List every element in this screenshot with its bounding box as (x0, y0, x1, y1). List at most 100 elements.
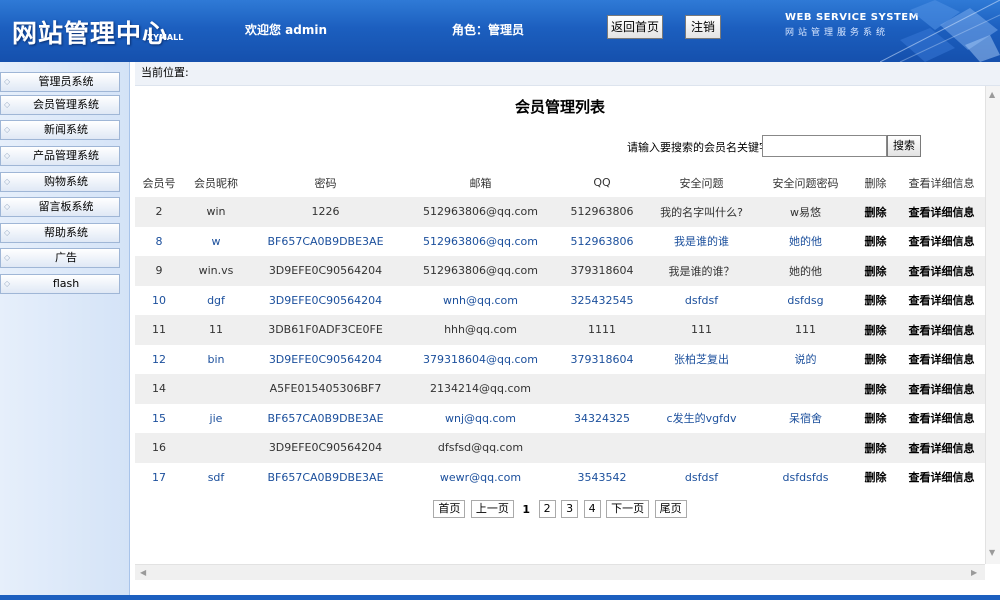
column-header-delete: 删除 (853, 168, 898, 197)
view-details-link[interactable]: 查看详细信息 (898, 345, 985, 375)
view-details-link[interactable]: 查看详细信息 (898, 256, 985, 286)
sidebar-item-member-system[interactable]: ◇ 会员管理系统 (0, 95, 120, 115)
delete-link[interactable]: 删除 (853, 256, 898, 286)
cell-security-question: 张柏芝复出 (674, 353, 729, 367)
cell-security-question: dsfdsf (684, 293, 719, 307)
cell-password: 3DB61F0ADF3CE0FE (249, 315, 402, 345)
column-header-member-id: 会员号 (135, 168, 183, 197)
sidebar-item-label: 管理员系统 (38, 75, 94, 88)
cell-email: wewr@qq.com (439, 470, 522, 484)
search-button[interactable]: 搜索 (887, 135, 921, 157)
cell-security-answer: 说的 (794, 353, 817, 367)
cell-qq (559, 433, 645, 463)
site-logo-sub: XYMALL (147, 33, 184, 42)
column-header-email: 邮箱 (402, 168, 559, 197)
bullet-icon: ◇ (4, 125, 11, 134)
cell-nickname: jie (209, 411, 223, 425)
sidebar-item-product-system[interactable]: ◇ 产品管理系统 (0, 146, 120, 166)
search-input[interactable] (762, 135, 887, 157)
sidebar-item-flash[interactable]: ◇ flash (0, 274, 120, 294)
table-row: 2 win 1226 512963806@qq.com 512963806 我的… (135, 197, 985, 227)
table-row: 8 w BF657CA0B9DBE3AE 512963806@qq.com 51… (135, 227, 985, 257)
scroll-right-icon[interactable]: ▶ (971, 568, 977, 578)
pager-page-4[interactable]: 4 (583, 500, 601, 518)
sidebar-item-news-system[interactable]: ◇ 新闻系统 (0, 120, 120, 140)
delete-link[interactable]: 删除 (853, 227, 898, 257)
header: 网站管理中心 XYMALL 欢迎您 admin 角色：管理员 返回首页 注销 W… (0, 0, 1000, 62)
cell-nickname: 11 (183, 315, 249, 345)
cell-nickname (183, 374, 249, 404)
delete-link[interactable]: 删除 (853, 463, 898, 493)
cell-email: dfsfsd@qq.com (402, 433, 559, 463)
sidebar-item-label: 购物系统 (44, 175, 88, 188)
cell-password: BF657CA0B9DBE3AE (267, 411, 384, 425)
column-header-password: 密码 (249, 168, 402, 197)
bullet-icon: ◇ (4, 202, 11, 211)
search-label: 请输入要搜索的会员名关键字 (627, 141, 770, 154)
page-title: 会员管理列表 (514, 98, 605, 116)
cell-security-answer: w易悠 (758, 197, 853, 227)
cell-qq: 1111 (559, 315, 645, 345)
delete-link[interactable]: 删除 (853, 374, 898, 404)
table-header-row: 会员号 会员昵称 密码 邮箱 QQ 安全问题 安全问题密码 删除 查看详细信息 (135, 168, 985, 197)
table-row: 9 win.vs 3D9EFE0C90564204 512963806@qq.c… (135, 256, 985, 286)
cell-security-answer: 111 (758, 315, 853, 345)
cell-nickname: win (183, 197, 249, 227)
view-details-link[interactable]: 查看详细信息 (898, 404, 985, 434)
cell-member-id: 16 (135, 433, 183, 463)
pager-prev[interactable]: 上一页 (470, 500, 514, 518)
sidebar-item-label: 广告 (55, 251, 77, 264)
table-row: 17 sdf BF657CA0B9DBE3AE wewr@qq.com 3543… (135, 463, 985, 493)
sidebar-item-ads[interactable]: ◇ 广告 (0, 248, 120, 268)
home-button[interactable]: 返回首页 (607, 15, 663, 39)
logout-button[interactable]: 注销 (685, 15, 721, 39)
cell-member-id: 15 (152, 411, 166, 425)
bullet-icon: ◇ (4, 177, 11, 186)
sidebar-item-guestbook-system[interactable]: ◇ 留言板系统 (0, 197, 120, 217)
sidebar-item-label: 产品管理系统 (33, 149, 99, 162)
delete-link[interactable]: 删除 (853, 197, 898, 227)
view-details-link[interactable]: 查看详细信息 (898, 463, 985, 493)
delete-link[interactable]: 删除 (853, 433, 898, 463)
system-subtitle: 网站管理服务系统 (785, 28, 890, 38)
cell-nickname: dgf (207, 293, 225, 307)
content-area: 会员管理列表 请输入要搜索的会员名关键字 搜索 会员号 会员昵称 密码 邮箱 Q… (135, 86, 985, 564)
table-row: 16 3D9EFE0C90564204 dfsfsd@qq.com 删除 查看详… (135, 433, 985, 463)
delete-link[interactable]: 删除 (853, 315, 898, 345)
member-table: 会员号 会员昵称 密码 邮箱 QQ 安全问题 安全问题密码 删除 查看详细信息 … (135, 168, 985, 492)
scroll-down-icon[interactable]: ▼ (989, 548, 995, 558)
role-text: 角色：管理员 (452, 23, 525, 37)
pager-page-3[interactable]: 3 (561, 500, 579, 518)
cell-nickname (183, 433, 249, 463)
scroll-up-icon[interactable]: ▲ (989, 90, 995, 100)
scroll-left-icon[interactable]: ◀ (140, 568, 146, 578)
pager-last[interactable]: 尾页 (654, 500, 687, 518)
horizontal-scrollbar[interactable]: ◀ ▶ (135, 564, 985, 580)
cell-security-question: 我是谁的谁 (674, 235, 729, 249)
cell-security-question (645, 433, 758, 463)
vertical-scrollbar[interactable]: ▲ ▼ (985, 86, 1000, 564)
main-panel: 当前位置: 会员管理列表 请输入要搜索的会员名关键字 搜索 会员号 会员昵称 密… (135, 62, 1000, 600)
view-details-link[interactable]: 查看详细信息 (898, 197, 985, 227)
cell-nickname: win.vs (183, 256, 249, 286)
sidebar-item-label: 新闻系统 (44, 123, 88, 136)
sidebar-item-help-system[interactable]: ◇ 帮助系统 (0, 223, 120, 243)
cell-security-answer: 她的他 (789, 235, 822, 249)
sidebar-item-admin-system[interactable]: ◇ 管理员系统 (0, 72, 120, 92)
cell-nickname: sdf (207, 470, 225, 484)
view-details-link[interactable]: 查看详细信息 (898, 433, 985, 463)
bullet-icon: ◇ (4, 253, 11, 262)
pager-next[interactable]: 下一页 (606, 500, 650, 518)
view-details-link[interactable]: 查看详细信息 (898, 374, 985, 404)
sidebar-item-shopping-system[interactable]: ◇ 购物系统 (0, 172, 120, 192)
pager-current-page: 1 (522, 502, 531, 516)
pager-page-2[interactable]: 2 (538, 500, 556, 518)
view-details-link[interactable]: 查看详细信息 (898, 286, 985, 316)
delete-link[interactable]: 删除 (853, 345, 898, 375)
cell-email: hhh@qq.com (402, 315, 559, 345)
view-details-link[interactable]: 查看详细信息 (898, 227, 985, 257)
view-details-link[interactable]: 查看详细信息 (898, 315, 985, 345)
delete-link[interactable]: 删除 (853, 286, 898, 316)
delete-link[interactable]: 删除 (853, 404, 898, 434)
pager-first[interactable]: 首页 (433, 500, 466, 518)
